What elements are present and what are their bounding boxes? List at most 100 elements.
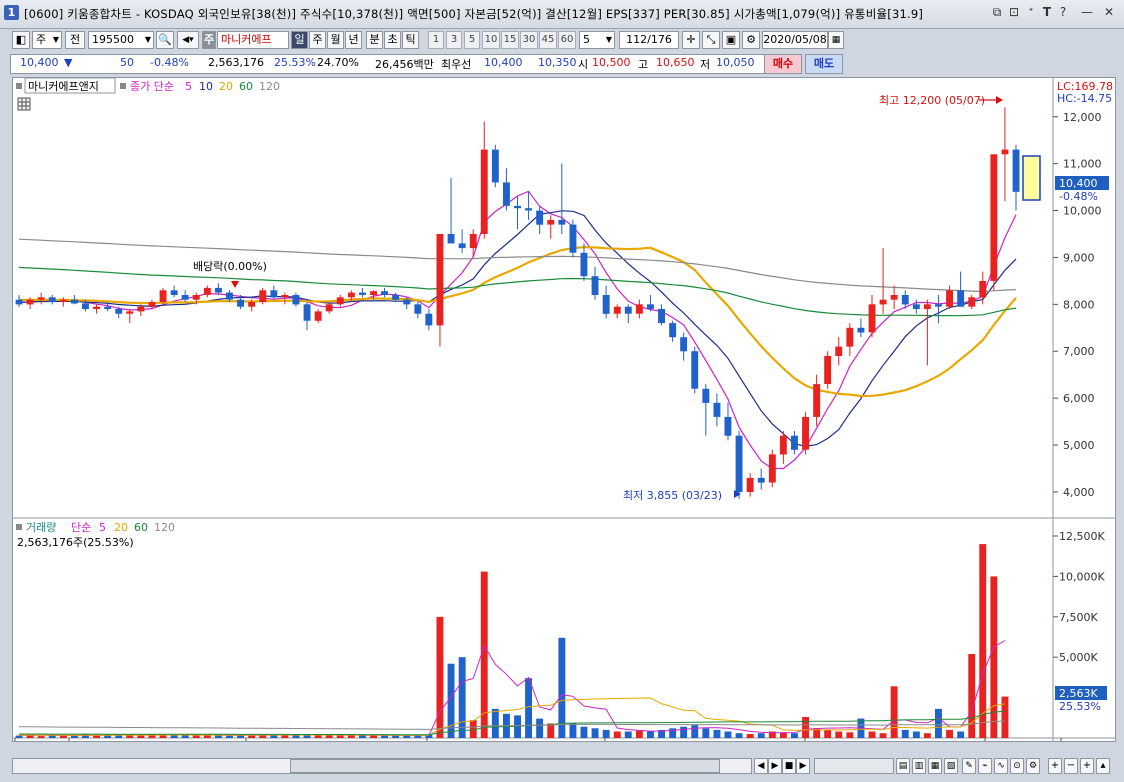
interval-15-button[interactable]: 15 [501, 31, 519, 49]
candle-body [602, 295, 610, 314]
calendar-icon[interactable]: ▦ [828, 31, 844, 49]
sell-button[interactable]: 매도 [805, 54, 843, 74]
stock-code-input[interactable]: 195500 ▼ [88, 31, 154, 49]
candle-body [370, 291, 377, 295]
volume-value: 2,563,176 [208, 56, 264, 69]
speaker-icon[interactable]: ◀▾ [177, 31, 199, 49]
search-icon[interactable]: 🔍 [156, 31, 174, 49]
candle-body [115, 309, 123, 314]
hc-label: HC:-14.75 [1057, 92, 1112, 105]
tool-icon-2[interactable]: ▥ [912, 758, 926, 774]
interval-count-select[interactable]: 5 ▼ [579, 31, 615, 49]
pin-icon[interactable]: ᐩ [1024, 5, 1038, 20]
interval-10-button[interactable]: 10 [482, 31, 500, 49]
tab-week[interactable]: 주 [309, 31, 326, 49]
interval-45-button[interactable]: 45 [539, 31, 557, 49]
tab-day[interactable]: 일 [291, 31, 308, 49]
volume-bar [946, 729, 953, 738]
market-select[interactable]: 주 ▼ [32, 31, 62, 49]
low-price: 10,050 [716, 56, 755, 69]
layout-toggle-icon[interactable]: ◧ [12, 31, 30, 49]
volume-bar [901, 729, 909, 738]
volume-bar [126, 735, 134, 738]
volume-bar [181, 735, 189, 738]
scroll-prev-icon[interactable]: ◀ [754, 758, 768, 774]
interval-60-button[interactable]: 60 [558, 31, 576, 49]
candle-body [447, 234, 455, 244]
candle-body [37, 297, 45, 300]
draw-tool-icon[interactable]: ⤡ [702, 31, 720, 49]
tool-icon-8[interactable]: ⊙ [1010, 758, 1024, 774]
font-icon[interactable]: T [1040, 5, 1054, 20]
tab-year[interactable]: 년 [345, 31, 362, 49]
interval-3-button[interactable]: 3 [446, 31, 462, 49]
scroll-next-icon[interactable]: ▶ [768, 758, 782, 774]
volume-ma20-line [19, 697, 1005, 736]
prev-button[interactable]: 전 [65, 31, 85, 49]
ma5-line [18, 190, 1017, 470]
volume-bar [835, 731, 843, 738]
tab-month[interactable]: 월 [327, 31, 344, 49]
stock-name-field[interactable]: 마니커에프 [217, 31, 289, 49]
candle-body [547, 219, 555, 225]
date-input[interactable]: 2020/05/08 [762, 31, 828, 49]
tool-icon-5[interactable]: ✎ [962, 758, 976, 774]
candle-body [359, 292, 366, 295]
interval-30-button[interactable]: 30 [520, 31, 538, 49]
volume-bar [292, 735, 300, 738]
candle-body [226, 292, 233, 300]
candle-body [93, 306, 100, 309]
scroll-thumb[interactable] [290, 759, 720, 773]
tab-second[interactable]: 초 [384, 31, 401, 49]
fit-icon[interactable]: ▴ [1096, 758, 1110, 774]
volume-bar [957, 731, 965, 738]
help-icon[interactable]: ? [1056, 5, 1070, 20]
expand-icon[interactable]: + [1080, 758, 1094, 774]
candle-body [802, 416, 809, 450]
interval-5-button[interactable]: 5 [464, 31, 480, 49]
tab-tick[interactable]: 틱 [402, 31, 419, 49]
candle-body [159, 290, 167, 302]
tool-icon-9[interactable]: ⚙ [1026, 758, 1040, 774]
candle-body [857, 327, 865, 333]
tool-icon-7[interactable]: ∿ [994, 758, 1008, 774]
volume-bar [137, 735, 145, 738]
high-arrow-icon [996, 96, 1003, 104]
tool-icon-4[interactable]: ▧ [944, 758, 958, 774]
tool-icon-3[interactable]: ▦ [928, 758, 942, 774]
volume-bar [336, 735, 344, 738]
volume-bar [536, 718, 544, 738]
price-y-tick-label: 7,000 [1063, 345, 1095, 358]
bottom-scroll-bar: ◀ ▶ ■ ▶ ▤ ▥ ▦ ▧ ✎ ⌁ ∿ ⊙ ⚙ + − + ▴ [12, 756, 1116, 778]
play-icon[interactable]: ▶ [796, 758, 810, 774]
table-toggle-icon[interactable] [17, 97, 31, 111]
candle-body [525, 208, 532, 211]
stop-icon[interactable]: ■ [782, 758, 796, 774]
volume-bar [824, 729, 832, 738]
layout-icon[interactable]: ⊡ [1007, 5, 1021, 20]
close-icon[interactable]: ✕ [1102, 5, 1116, 20]
tool-icon-1[interactable]: ▤ [896, 758, 910, 774]
settings-icon[interactable]: ⚙ [742, 31, 760, 49]
tool-icon-6[interactable]: ⌁ [978, 758, 992, 774]
minimize-icon[interactable]: — [1080, 5, 1094, 20]
zoom-in-icon[interactable]: + [1048, 758, 1062, 774]
low-label: 저 [700, 58, 711, 71]
buy-button[interactable]: 매수 [764, 54, 802, 74]
chart-panel[interactable]: 마니커에프앤지 종가 단순 5 10 20 60 120 LC:169.78 H… [12, 77, 1116, 742]
candle-body [669, 323, 677, 338]
zoom-slider[interactable] [814, 758, 894, 774]
save-icon[interactable]: ▣ [722, 31, 740, 49]
interval-1-button[interactable]: 1 [428, 31, 444, 49]
price-y-tick-label: 8,000 [1063, 298, 1095, 311]
zoom-out-icon[interactable]: − [1064, 758, 1078, 774]
candle-body [835, 346, 843, 356]
restore-icon[interactable]: ⧉ [990, 5, 1004, 20]
volume-bar [436, 616, 444, 738]
chart-svg[interactable]: 마니커에프앤지 종가 단순 5 10 20 60 120 LC:169.78 H… [13, 78, 1115, 741]
volume-bar [325, 735, 333, 738]
candle-body [314, 311, 322, 321]
crosshair-icon[interactable]: ✛ [682, 31, 700, 49]
tab-minute[interactable]: 분 [366, 31, 383, 49]
volume-bar [226, 735, 233, 738]
